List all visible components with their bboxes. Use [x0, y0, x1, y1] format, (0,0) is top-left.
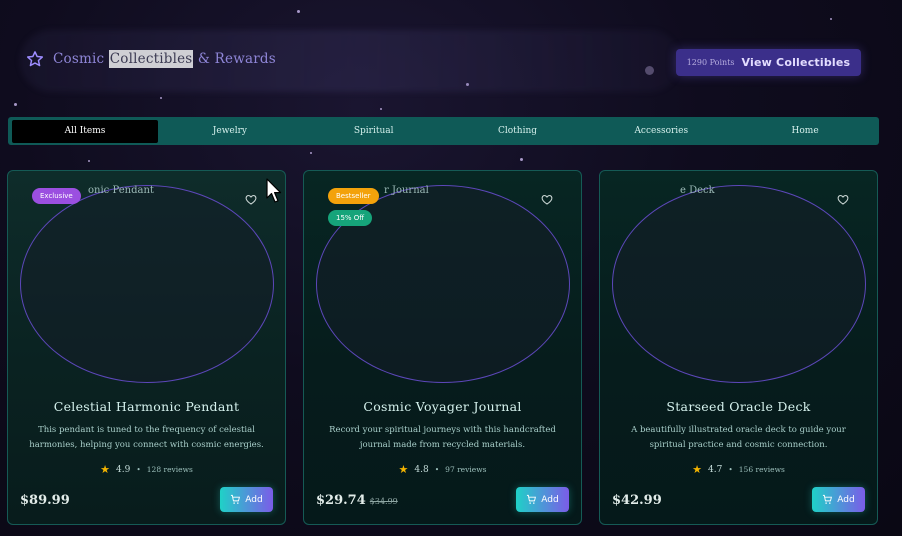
- rating-separator: •: [434, 465, 440, 474]
- product-card[interactable]: e Deck Starseed Oracle Deck A beautifull…: [599, 170, 878, 525]
- product-title: Celestial Harmonic Pendant: [53, 399, 240, 414]
- star-filled-icon: ★: [398, 463, 409, 476]
- bg-star: [14, 103, 17, 106]
- star-filled-icon: ★: [100, 463, 111, 476]
- product-image-caption: onic Pendant: [88, 185, 154, 196]
- product-rating: ★ 4.9 • 128 reviews: [8, 463, 285, 476]
- exclusive-badge: Exclusive: [32, 188, 81, 204]
- product-price: $29.74 $34.99: [316, 493, 398, 508]
- tab-accessories[interactable]: Accessories: [589, 120, 733, 143]
- bg-star: [830, 18, 832, 20]
- product-rating: ★ 4.7 • 156 reviews: [600, 463, 877, 476]
- heart-icon[interactable]: [541, 194, 553, 205]
- star-filled-icon: ★: [692, 463, 703, 476]
- product-title: Cosmic Voyager Journal: [363, 399, 522, 414]
- add-to-cart-button[interactable]: Add: [220, 487, 273, 512]
- brand-header: Cosmic Collectibles & Rewards: [26, 50, 276, 68]
- cart-icon: [823, 494, 833, 504]
- product-card[interactable]: onic Pendant Exclusive Celestial Harmoni…: [7, 170, 286, 525]
- product-price: $89.99: [20, 493, 70, 508]
- bg-star: [88, 160, 90, 162]
- add-label: Add: [837, 494, 855, 505]
- add-label: Add: [541, 494, 559, 505]
- original-price: $34.99: [369, 497, 398, 506]
- bg-star: [160, 97, 162, 99]
- product-price: $42.99: [612, 493, 662, 508]
- bg-star: [380, 108, 382, 110]
- add-to-cart-button[interactable]: Add: [516, 487, 569, 512]
- review-count: 156 reviews: [738, 465, 785, 474]
- discount-badge: 15% Off: [328, 210, 373, 226]
- rating-value: 4.8: [414, 464, 429, 475]
- product-card[interactable]: r Journal Bestseller 15% Off Cosmic Voya…: [303, 170, 582, 525]
- tab-spiritual[interactable]: Spiritual: [302, 120, 446, 143]
- product-image-caption: e Deck: [680, 185, 715, 196]
- view-collectibles-button[interactable]: 1290 Points View Collectibles: [676, 49, 861, 76]
- tab-jewelry[interactable]: Jewelry: [158, 120, 302, 143]
- mouse-cursor-icon: [266, 178, 282, 203]
- bg-star: [310, 152, 312, 154]
- cart-icon: [231, 494, 241, 504]
- star-outline-icon: [26, 51, 44, 67]
- view-collectibles-label: View Collectibles: [741, 56, 851, 69]
- rating-separator: •: [728, 465, 733, 474]
- product-description: Record your spiritual journeys with this…: [329, 425, 556, 450]
- product-description: A beautifully illustrated oracle deck to…: [631, 425, 846, 450]
- product-image-caption: r Journal: [384, 185, 429, 196]
- add-to-cart-button[interactable]: Add: [812, 487, 865, 512]
- review-count: 128 reviews: [146, 465, 193, 474]
- rating-value: 4.7: [708, 464, 723, 475]
- bestseller-badge: Bestseller: [328, 188, 379, 204]
- product-title: Starseed Oracle Deck: [666, 399, 811, 414]
- product-rating: ★ 4.8 • 97 reviews: [304, 463, 581, 476]
- tab-clothing[interactable]: Clothing: [446, 120, 590, 143]
- points-count: 1290 Points: [686, 58, 735, 67]
- add-label: Add: [245, 494, 263, 505]
- product-description: This pendant is tuned to the frequency o…: [29, 425, 264, 450]
- tab-home[interactable]: Home: [733, 120, 877, 143]
- tab-all-items[interactable]: All Items: [12, 119, 158, 143]
- product-image: [612, 185, 866, 383]
- rating-value: 4.9: [116, 464, 131, 475]
- bg-star: [520, 158, 523, 161]
- brand-title: Cosmic Collectibles & Rewards: [53, 50, 276, 68]
- category-tabs: All Items Jewelry Spiritual Clothing Acc…: [8, 117, 879, 145]
- review-count: 97 reviews: [445, 465, 487, 474]
- product-image: [20, 185, 274, 383]
- cart-icon: [527, 494, 537, 504]
- rating-separator: •: [136, 465, 141, 474]
- heart-icon[interactable]: [837, 194, 849, 205]
- brand-highlight: Collectibles: [108, 50, 194, 68]
- bg-star: [297, 10, 300, 13]
- heart-icon[interactable]: [245, 194, 257, 205]
